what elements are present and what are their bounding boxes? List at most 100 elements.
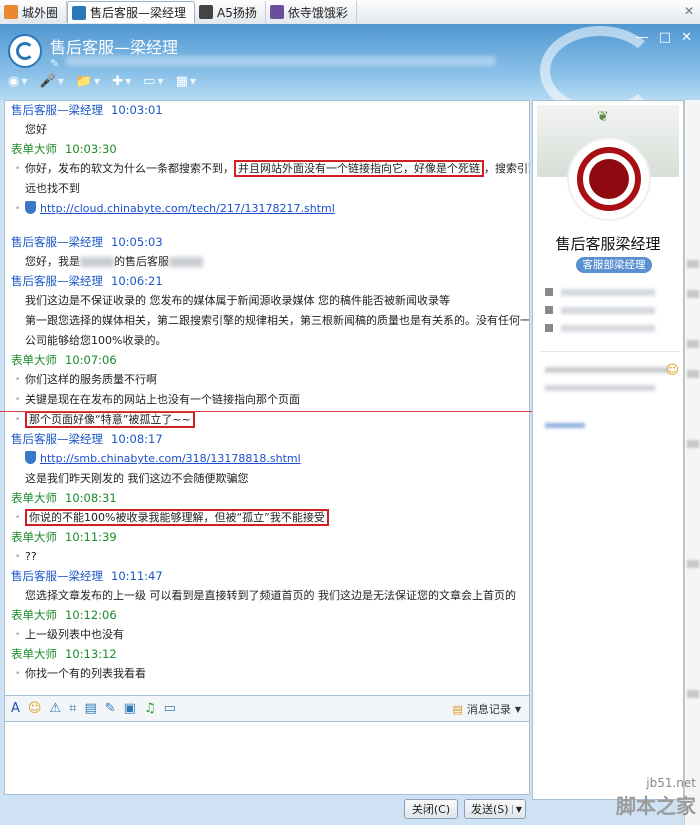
- message-text: ??: [25, 550, 37, 563]
- shake-icon[interactable]: ⚠: [49, 701, 61, 716]
- voice-icon: 🎤: [39, 74, 56, 89]
- message-text: 公司能够给您100%收录的。: [25, 334, 167, 347]
- message-text: 的售后客服: [114, 255, 169, 268]
- bullet-icon: •: [15, 552, 21, 562]
- signature-icon: ✎: [50, 57, 60, 70]
- maximize-button[interactable]: □: [659, 30, 671, 45]
- message-history-button[interactable]: ▤ 消息记录 ▼: [452, 701, 521, 717]
- message-text: ，搜索引擎永: [484, 162, 529, 175]
- message-time: 10:11:39: [65, 530, 117, 544]
- chevron-down-icon[interactable]: ▼: [94, 77, 100, 86]
- sender-name[interactable]: 表单大师: [11, 353, 57, 367]
- minimize-button[interactable]: —: [636, 30, 649, 45]
- message-line: • http://cloud.chinabyte.com/tech/217/131…: [11, 199, 523, 219]
- note-icon[interactable]: ▤: [84, 701, 96, 716]
- contact-name: 售后客服梁经理: [555, 235, 661, 253]
- voice-button[interactable]: 🎤 ▼: [40, 74, 64, 89]
- sender-name[interactable]: 表单大师: [11, 530, 57, 544]
- history-label: 消息记录: [466, 703, 511, 716]
- message-input[interactable]: [4, 722, 530, 795]
- sender-name[interactable]: 售后客服—梁经理: [11, 432, 103, 446]
- message-time: 10:05:03: [111, 235, 163, 249]
- message-header: 表单大师 10:11:39: [11, 528, 523, 547]
- site-watermark: jb51.net 脚本之家: [616, 776, 696, 819]
- more-apps-button[interactable]: ▦ ▼: [176, 74, 196, 89]
- screen-share-icon[interactable]: ▭: [164, 701, 176, 716]
- message-line: 您选择文章发布的上一级 可以看到是直接转到了频道首页的 我们这边是无法保证您的文…: [11, 586, 523, 606]
- sender-name[interactable]: 表单大师: [11, 608, 57, 622]
- contact-avatar-large[interactable]: [567, 137, 651, 221]
- avatar-core: [589, 159, 629, 199]
- promo-text[interactable]: [545, 367, 669, 373]
- contact-signature: [66, 56, 496, 66]
- watermark-name: 脚本之家: [616, 794, 696, 818]
- message-time: 10:07:06: [65, 353, 117, 367]
- sender-name[interactable]: 售后客服—梁经理: [11, 235, 103, 249]
- message: 表单大师 10:08:31 • 你说的不能100%被收录我能够理解，但被“孤立”我不能…: [5, 489, 529, 528]
- message-header: 表单大师 10:07:06: [11, 351, 523, 370]
- close-window-button[interactable]: ✕: [681, 30, 692, 45]
- send-options-chevron-icon[interactable]: ▼: [511, 804, 522, 814]
- bullet-icon: •: [15, 375, 21, 385]
- promo-link[interactable]: [545, 423, 585, 428]
- message-text: 你找一个有的列表我看看: [25, 667, 146, 680]
- plant-icon: ❦: [597, 109, 609, 125]
- screenshot-icon[interactable]: ⌗: [69, 701, 76, 716]
- edit-icon[interactable]: ✎: [105, 701, 116, 716]
- video-button[interactable]: ◉ ▼: [8, 74, 28, 89]
- chevron-down-icon[interactable]: ▼: [21, 77, 27, 86]
- sender-name[interactable]: 售后客服—梁经理: [11, 569, 103, 583]
- tab-3[interactable]: 依寺饿饿彩: [266, 1, 357, 23]
- contact-avatar[interactable]: [8, 34, 42, 68]
- image-icon[interactable]: ▣: [124, 701, 136, 716]
- sender-name[interactable]: 表单大师: [11, 647, 57, 661]
- chat-toolbar: ◉ ▼ 🎤 ▼ 📁 ▼ ✚ ▼ ▭ ▼ ▦ ▼: [8, 74, 196, 89]
- message-header: 表单大师 10:03:30: [11, 140, 523, 159]
- message-header: 售后客服—梁经理 10:05:03: [11, 233, 523, 252]
- font-icon[interactable]: A: [11, 701, 20, 716]
- sender-name[interactable]: 售后客服—梁经理: [11, 103, 103, 117]
- message-line: http://smb.chinabyte.com/318/13178818.sh…: [11, 449, 523, 469]
- file-button[interactable]: 📁 ▼: [76, 74, 100, 89]
- screen-icon: ▭: [143, 74, 156, 89]
- tab-close-icon[interactable]: ✕: [684, 4, 694, 18]
- tab-2[interactable]: A5扬扬: [195, 1, 266, 23]
- chevron-down-icon: ▼: [514, 704, 521, 714]
- message-time: 10:03:30: [65, 142, 117, 156]
- message: 售后客服—梁经理 10:06:21 我们这边是不保证收录的 您发布的媒体属于新闻源收…: [5, 272, 529, 351]
- screen-button[interactable]: ▭ ▼: [143, 74, 163, 89]
- chevron-down-icon[interactable]: ▼: [158, 77, 164, 86]
- chevron-down-icon[interactable]: ▼: [190, 77, 196, 86]
- info-row-mobile: [545, 305, 655, 315]
- chevron-down-icon[interactable]: ▼: [125, 77, 131, 86]
- bullet-icon: •: [15, 513, 21, 523]
- sender-name[interactable]: 售后客服—梁经理: [11, 274, 103, 288]
- chevron-down-icon[interactable]: ▼: [58, 77, 64, 86]
- tab-0[interactable]: 城外圈: [0, 1, 68, 23]
- app-button[interactable]: ✚ ▼: [112, 74, 131, 89]
- message-line: • 你们这样的服务质量不行啊: [11, 370, 523, 390]
- message-header: 表单大师 10:12:06: [11, 606, 523, 625]
- message: 售后客服—梁经理 10:08:17 http://smb.chinabyte.com…: [5, 430, 529, 489]
- message-line: • 你找一个有的列表我看看: [11, 664, 523, 684]
- music-icon[interactable]: ♫: [144, 701, 156, 716]
- tab-1[interactable]: 售后客服—梁经理: [67, 1, 196, 23]
- message-link[interactable]: http://smb.chinabyte.com/318/13178818.sh…: [40, 452, 301, 465]
- message-text: 上一级列表中也没有: [25, 628, 124, 641]
- message-line: 第一跟您选择的媒体相关，第二跟搜索引擎的规律相关，第三根新闻稿的质量也是有关系的…: [11, 311, 529, 331]
- tab-icon: [4, 5, 18, 19]
- message: 表单大师 10:13:12 • 你找一个有的列表我看看: [5, 645, 529, 684]
- message-header: 表单大师 10:13:12: [11, 645, 523, 664]
- sender-name[interactable]: 表单大师: [11, 491, 57, 505]
- watermark-domain: jb51.net: [646, 776, 696, 790]
- close-button-label: 关闭(C): [411, 803, 451, 816]
- emoji-icon[interactable]: ☺: [28, 701, 42, 716]
- close-button[interactable]: 关闭(C): [404, 799, 458, 819]
- message-link[interactable]: http://cloud.chinabyte.com/tech/217/1317…: [40, 202, 335, 215]
- send-button[interactable]: 发送(S) ▼: [464, 799, 526, 819]
- background-window-strip: [684, 100, 700, 825]
- message-history[interactable]: 售后客服—梁经理 10:03:01 您好 表单大师 10:03:30 • 你好，发布的软文为…: [4, 100, 530, 696]
- sender-name[interactable]: 表单大师: [11, 142, 57, 156]
- history-icon: ▤: [452, 702, 463, 716]
- bullet-icon: •: [15, 630, 21, 640]
